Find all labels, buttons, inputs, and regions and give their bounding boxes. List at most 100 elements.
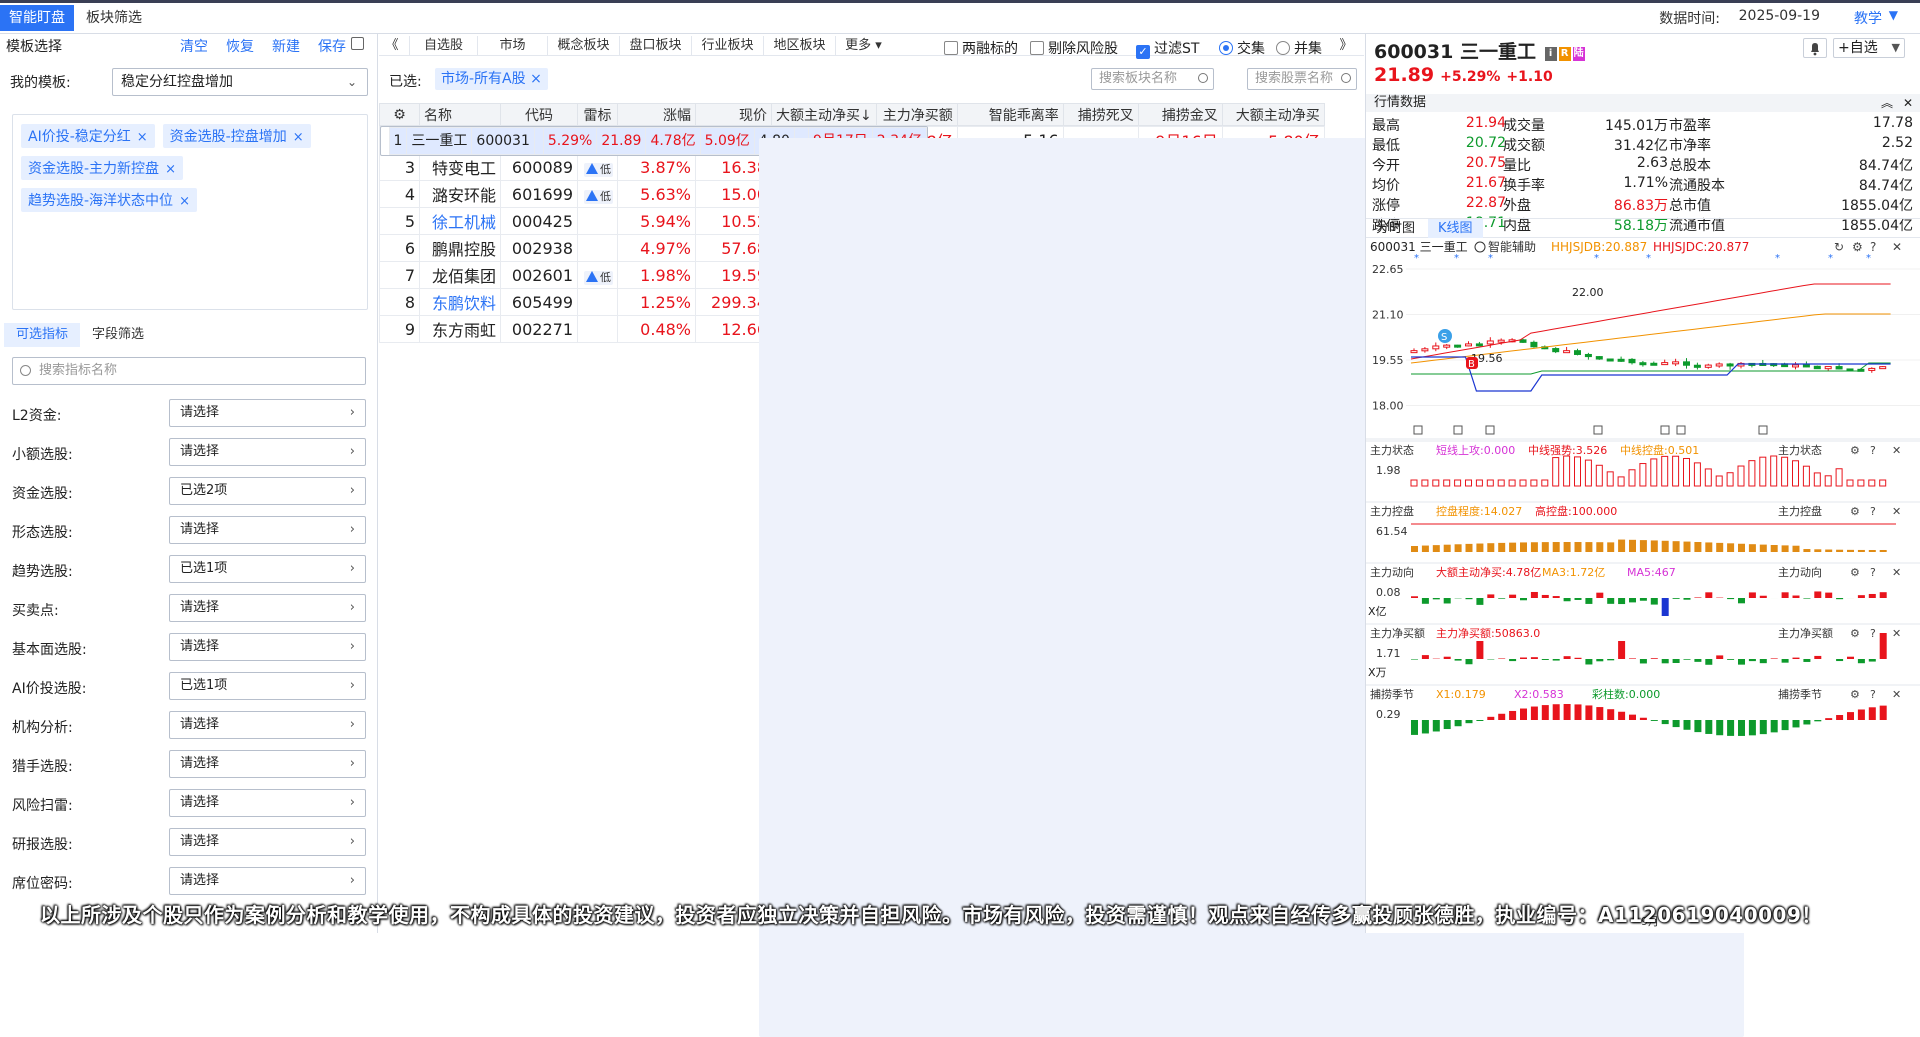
save-button[interactable]: 保存 [318, 39, 346, 55]
stock-name[interactable]: 东方雨虹 [420, 316, 501, 343]
chevron-down-icon[interactable]: ▼ [1892, 39, 1900, 57]
indicator-search-input[interactable]: 搜索指标名称 [12, 357, 366, 385]
info-badge[interactable]: i [1545, 47, 1557, 61]
nav-right-icon[interactable]: 》 [1335, 36, 1357, 56]
block-search-input[interactable]: 搜索板块名称 [1091, 68, 1214, 90]
union-radio[interactable]: 并集 [1276, 38, 1322, 58]
close-icon[interactable]: × [165, 162, 176, 177]
refresh-icon[interactable]: ↻ [1834, 240, 1844, 254]
help-icon[interactable]: ? [1870, 688, 1876, 701]
filter-select[interactable]: 请选择› [169, 438, 366, 466]
tab-kline[interactable]: K线图 [1428, 219, 1483, 238]
filter-select[interactable]: 请选择› [169, 594, 366, 622]
gear-icon[interactable]: ⚙ [1850, 688, 1860, 701]
close-icon[interactable]: × [137, 130, 148, 145]
gear-icon[interactable]: ⚙ [1850, 505, 1860, 518]
close-icon[interactable]: × [179, 194, 190, 209]
tab-industry[interactable]: 行业板块 [691, 36, 763, 56]
stock-search-input[interactable]: 搜索股票名称 [1247, 68, 1357, 90]
close-icon[interactable]: ✕ [1892, 444, 1901, 457]
table-row[interactable]: 9东方雨虹002271中0.48%12.66-1197万3685万5.909月1… [380, 316, 1325, 343]
collapse-icon[interactable]: ︽ [1881, 94, 1893, 112]
col-name[interactable]: 名称 [420, 104, 501, 126]
tab-watchlist[interactable]: 自选股 [409, 36, 477, 56]
stock-name[interactable]: 东鹏饮料 [420, 289, 501, 316]
close-icon[interactable]: × [293, 130, 304, 145]
risk-badge[interactable]: 低 [584, 271, 613, 285]
settings-icon[interactable]: ⚙ [380, 104, 420, 126]
filter-select[interactable]: 已选1项› [169, 672, 366, 700]
intersection-radio[interactable]: 交集 [1219, 38, 1265, 58]
close-icon[interactable]: ✕ [1892, 505, 1901, 518]
filter-st-checkbox[interactable]: ✓过滤ST [1136, 38, 1199, 59]
help-icon[interactable]: ? [1870, 505, 1876, 518]
filter-select[interactable]: 请选择› [169, 750, 366, 778]
filter-select[interactable]: 请选择› [169, 711, 366, 739]
col-big-net-buy-sorted[interactable]: 大额主动净买↓ [772, 104, 877, 126]
my-template-select[interactable]: 稳定分红控盘增加 ⌄ [112, 68, 368, 96]
close-icon[interactable]: ✕ [1892, 627, 1901, 640]
check-icon[interactable]: ✓ [1136, 45, 1150, 59]
checkbox-box[interactable] [1030, 41, 1044, 55]
filter-select[interactable]: 请选择› [169, 633, 366, 661]
stock-name[interactable]: 鹏鼎控股 [420, 235, 501, 262]
tab-region[interactable]: 地区板块 [763, 36, 835, 56]
filter-select[interactable]: 已选2项› [169, 477, 366, 505]
col-change[interactable]: 涨幅 [618, 104, 696, 126]
stock-name[interactable]: 三一重工 [407, 128, 472, 155]
stock-name[interactable]: 龙佰集团 [420, 262, 501, 289]
teach-dropdown-icon[interactable]: ▼ [1889, 8, 1898, 22]
new-button[interactable]: 新建 [272, 39, 300, 55]
tab-more[interactable]: 更多 ▾ [835, 36, 891, 56]
filter-select[interactable]: 请选择› [169, 828, 366, 856]
help-icon[interactable]: ? [1870, 627, 1876, 640]
copy-icon[interactable] [351, 37, 364, 50]
kline-chart-area[interactable]: 600031 三一重工 智能辅助 HHJSJDB:20.887 HHJSJDC:… [1366, 239, 1920, 929]
stock-name[interactable]: 徐工机械 [420, 208, 501, 235]
help-icon[interactable]: ? [1870, 240, 1876, 254]
stock-name[interactable]: 特变电工 [420, 154, 501, 181]
col-lei[interactable]: 雷标 [578, 104, 618, 126]
restore-button[interactable]: 恢复 [226, 39, 254, 55]
clear-button[interactable]: 清空 [180, 39, 208, 55]
close-icon[interactable]: ✕ [1903, 94, 1913, 112]
close-icon[interactable]: ✕ [1892, 566, 1901, 579]
gear-icon[interactable]: ⚙ [1850, 444, 1860, 457]
tab-smart-watch[interactable]: 智能盯盘 [0, 5, 74, 31]
tab-handicap[interactable]: 盘口板块 [619, 36, 691, 56]
gear-icon[interactable]: ⚙ [1850, 566, 1860, 579]
margin-trading-checkbox[interactable]: 两融标的 [944, 38, 1018, 58]
col-price[interactable]: 现价 [696, 104, 772, 126]
risk-badge[interactable]: 低 [584, 190, 613, 204]
tab-intraday[interactable]: 分时图 [1366, 219, 1425, 238]
close-icon[interactable]: ✕ [1892, 688, 1901, 701]
col-big-net-buy[interactable]: 大额主动净买 [1222, 104, 1324, 126]
gear-icon[interactable]: ⚙ [1852, 240, 1863, 254]
tab-market[interactable]: 市场 [477, 36, 547, 56]
tab-concept[interactable]: 概念板块 [547, 36, 619, 56]
checkbox-box[interactable] [944, 41, 958, 55]
gear-icon[interactable]: ⚙ [1850, 627, 1860, 640]
filter-select[interactable]: 请选择› [169, 789, 366, 817]
stock-name[interactable]: 潞安环能 [420, 181, 501, 208]
add-watchlist-button[interactable]: +自选▼ [1833, 38, 1905, 58]
risk-badge[interactable]: 低 [584, 163, 613, 177]
tab-block-filter[interactable]: 板块筛选 [77, 5, 151, 31]
chosen-tag-market[interactable]: 市场-所有A股 × [435, 68, 548, 90]
filter-select[interactable]: 请选择› [169, 867, 366, 895]
col-bias[interactable]: 智能乖离率 [957, 104, 1063, 126]
teach-button[interactable]: 教学 [1854, 8, 1882, 28]
col-code[interactable]: 代码 [501, 104, 578, 126]
col-main-net-buy[interactable]: 主力净买额 [876, 104, 957, 126]
assist-label[interactable]: 智能辅助 [1488, 239, 1536, 254]
filter-select[interactable]: 请选择› [169, 399, 366, 427]
radio-dot[interactable] [1219, 41, 1233, 55]
nav-left-icon[interactable]: 《 [383, 36, 401, 56]
filter-select[interactable]: 已选1项› [169, 555, 366, 583]
col-dead-cross[interactable]: 捕捞死叉 [1063, 104, 1138, 126]
filter-select[interactable]: 请选择› [169, 516, 366, 544]
exclude-risk-checkbox[interactable]: 剔除风险股 [1030, 38, 1118, 58]
help-icon[interactable]: ? [1870, 566, 1876, 579]
tab-available-indicators[interactable]: 可选指标 [4, 323, 80, 347]
col-golden-cross[interactable]: 捕捞金叉 [1138, 104, 1222, 126]
